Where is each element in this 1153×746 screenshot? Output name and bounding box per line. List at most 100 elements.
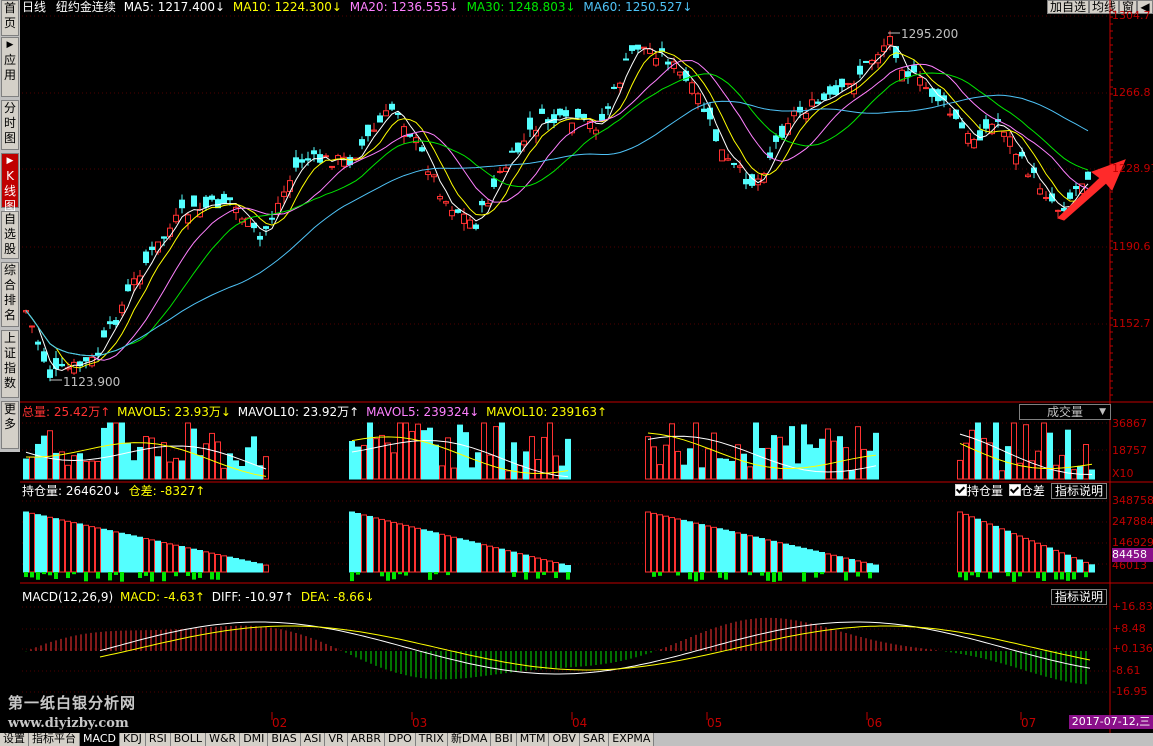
tab-bbi-15[interactable]: BBI <box>491 733 517 746</box>
candle-body <box>605 106 611 109</box>
oi-bar <box>559 563 565 573</box>
oi-diff-bar <box>772 572 776 582</box>
oi-diff-bar <box>30 572 34 578</box>
tab-trix-13[interactable]: TRIX <box>415 733 448 746</box>
candle-body <box>209 195 215 200</box>
volume-bar <box>421 430 427 480</box>
oi-bar <box>657 514 663 573</box>
diff-checkbox[interactable] <box>1008 484 1021 496</box>
oi-bar <box>867 563 873 573</box>
tab-sar-18[interactable]: SAR <box>579 733 610 746</box>
oi-bar <box>783 543 789 573</box>
oi-bar <box>475 542 481 573</box>
tab-macd-2[interactable]: MACD <box>80 733 120 746</box>
candle-body <box>1073 186 1079 190</box>
volume-bar <box>1053 464 1059 480</box>
candle-body <box>635 44 641 50</box>
oi-bar <box>651 512 657 573</box>
oi-diff-bar <box>24 572 28 578</box>
oi-bar <box>693 522 699 573</box>
oi-bar <box>209 552 215 573</box>
volume-bar <box>221 467 227 480</box>
volume-bar <box>47 430 53 480</box>
indicator-select[interactable]: 成交量 ▼ <box>1019 404 1111 420</box>
volume-bar <box>155 456 161 480</box>
tab-asi-9[interactable]: ASI <box>300 733 326 746</box>
oi-bar <box>23 511 29 573</box>
oi-diff-bar <box>1006 572 1010 577</box>
oi-bar <box>819 552 825 573</box>
oi-bar <box>813 550 819 573</box>
volume-bar <box>699 467 705 480</box>
oi-options: 持仓量 仓差 <box>955 484 1045 498</box>
candle-body <box>437 195 443 200</box>
oi-diff-bar <box>1072 572 1076 580</box>
oi-help-button[interactable]: 指标说明 <box>1051 483 1107 499</box>
tab-vr-10[interactable]: VR <box>325 733 348 746</box>
tab-arbr-11[interactable]: ARBR <box>347 733 386 746</box>
candle-body <box>431 174 437 178</box>
oi-bar <box>47 516 53 573</box>
volume-bar <box>197 455 203 480</box>
oi-diff-bar <box>96 572 100 579</box>
candle-body <box>917 77 923 86</box>
oi-diff-bar <box>778 572 782 581</box>
tab-dmi-7[interactable]: DMI <box>240 733 269 746</box>
tab-bias-8[interactable]: BIAS <box>268 733 301 746</box>
oi-diff-bar <box>542 572 546 575</box>
candle-body <box>527 117 533 130</box>
oi-diff-bar <box>718 572 722 578</box>
tab-kdj-3[interactable]: KDJ <box>119 733 146 746</box>
date-badge: 2017-07-12,三 <box>1069 715 1153 729</box>
macd-header: MACD(12,26,9) MACD: -4.63↑ DIFF: -10.97↑… <box>22 590 375 604</box>
price-axis-label: 1304.7 <box>1112 9 1151 22</box>
volume-bar <box>23 458 29 480</box>
oi-bar <box>711 526 717 573</box>
candle-body <box>623 58 629 61</box>
tab-boll-5[interactable]: BOLL <box>170 733 207 746</box>
tab-rsi-4[interactable]: RSI <box>145 733 171 746</box>
oi-bar <box>873 564 879 573</box>
volume-bar <box>487 454 493 480</box>
oi-bar <box>493 547 499 573</box>
volume-bar <box>753 422 759 480</box>
tab-expma-19[interactable]: EXPMA <box>609 733 655 746</box>
oi-bar <box>433 532 439 573</box>
candle-body <box>425 171 431 176</box>
candle-body <box>191 195 197 207</box>
high-annotation: 1295.200 <box>901 27 959 41</box>
candle-body <box>371 129 377 132</box>
x-axis-label: 05 <box>707 716 723 730</box>
oi-bar <box>1023 537 1029 573</box>
tab-wr-6[interactable]: W&R <box>206 733 241 746</box>
tab--0[interactable]: 设置 <box>0 733 29 746</box>
candle-body <box>863 60 869 63</box>
candle-body <box>689 82 695 94</box>
tab--1[interactable]: 指标平台 <box>29 733 80 746</box>
macd-help-button[interactable]: 指标说明 <box>1051 589 1107 605</box>
volume-bar <box>215 441 221 480</box>
tab-dma-14[interactable]: 新DMA <box>447 733 492 746</box>
oi-diff-bar <box>114 572 118 575</box>
oi-bar <box>849 558 855 573</box>
oi-bar <box>191 548 197 573</box>
oi-bar <box>957 511 963 573</box>
oi-bar <box>1071 557 1077 573</box>
tab-mtm-16[interactable]: MTM <box>516 733 550 746</box>
oi-bar <box>1059 552 1065 573</box>
volume-bar <box>981 437 987 480</box>
oi-checkbox[interactable] <box>955 484 967 496</box>
tab-dpo-12[interactable]: DPO <box>385 733 416 746</box>
price-axis-label: 1266.8 <box>1112 86 1151 99</box>
candle-body <box>521 140 527 146</box>
volume-bar <box>675 450 681 480</box>
oi-bar <box>445 535 451 573</box>
oi-diff-bar <box>676 572 680 576</box>
tab-obv-17[interactable]: OBV <box>549 733 580 746</box>
volume-bar <box>415 423 421 480</box>
oi-diff-bar <box>760 572 764 576</box>
candle-body <box>35 341 41 345</box>
volume-bar <box>693 422 699 480</box>
kline-chart[interactable] <box>0 0 1153 746</box>
volume-bar <box>179 460 185 480</box>
